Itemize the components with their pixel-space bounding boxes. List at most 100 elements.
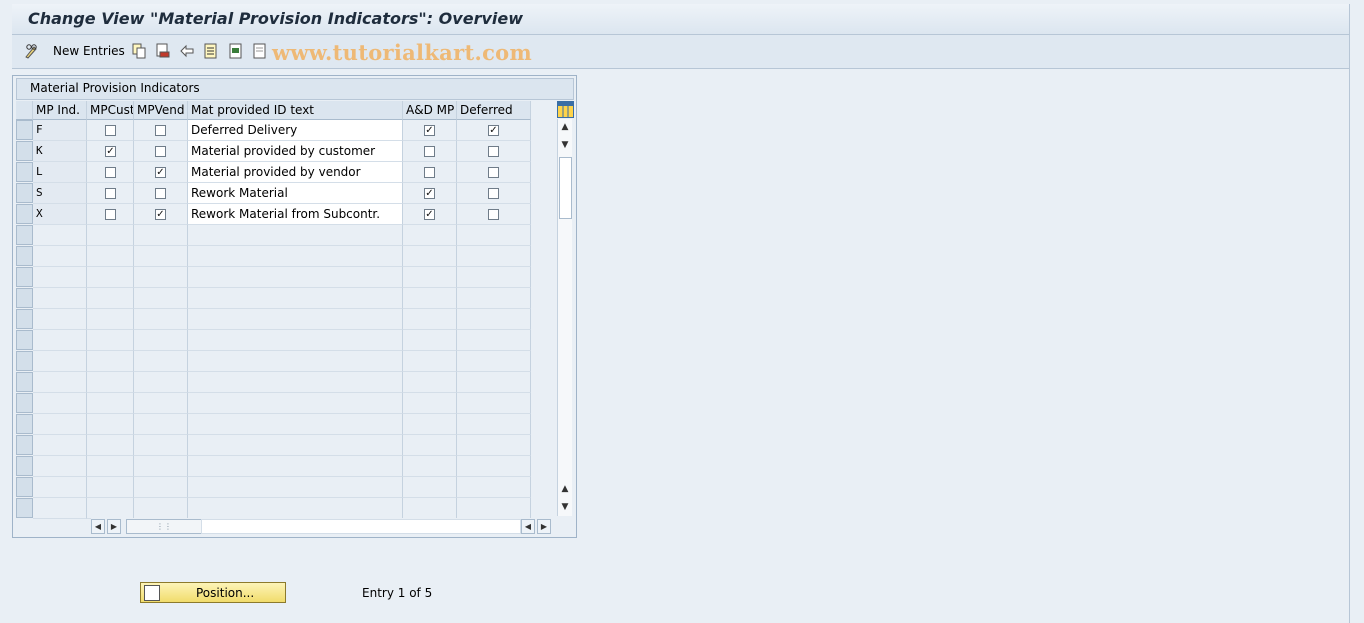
checkbox-unchecked[interactable] (155, 188, 166, 199)
checkbox-unchecked[interactable] (105, 125, 116, 136)
table-cell-adm[interactable]: ✓ (403, 204, 457, 225)
table-cell-deferred[interactable] (457, 204, 531, 225)
table-cell-mpcust[interactable] (87, 162, 134, 183)
col-header-deferred[interactable]: Deferred (457, 101, 531, 120)
table-cell-deferred[interactable] (457, 141, 531, 162)
table-cell-ind[interactable]: L (33, 162, 87, 183)
scroll-page-down-icon[interactable]: ▼ (558, 499, 572, 515)
scroll-up-icon[interactable]: ▲ (558, 119, 572, 135)
new-entries-button[interactable]: New Entries (53, 44, 125, 58)
table-cell-adm[interactable]: ✓ (403, 183, 457, 204)
table-cell-text[interactable]: Material provided by vendor (188, 162, 403, 183)
table-cell-mpvend[interactable] (134, 141, 188, 162)
checkbox-checked[interactable]: ✓ (424, 125, 435, 136)
checkbox-unchecked[interactable] (488, 167, 499, 178)
table-settings-icon[interactable] (557, 101, 574, 118)
row-selector[interactable] (16, 204, 33, 224)
position-button[interactable]: Position... (140, 582, 286, 603)
table-cell-mpvend[interactable]: ✓ (134, 162, 188, 183)
row-selector[interactable] (16, 225, 33, 245)
select-all-icon[interactable] (203, 43, 219, 59)
checkbox-unchecked[interactable] (155, 146, 166, 157)
checkbox-unchecked[interactable] (105, 209, 116, 220)
checkbox-checked[interactable]: ✓ (105, 146, 116, 157)
scroll-down-icon[interactable]: ▼ (558, 137, 572, 153)
deselect-all-icon[interactable] (252, 43, 268, 59)
row-selector[interactable] (16, 498, 33, 518)
table-cell-ind[interactable]: F (33, 120, 87, 141)
table-cell-mpvend[interactable]: ✓ (134, 204, 188, 225)
checkbox-unchecked[interactable] (424, 146, 435, 157)
row-selector[interactable] (16, 372, 33, 392)
pencil-glasses-icon[interactable] (24, 43, 40, 59)
row-selector[interactable] (16, 351, 33, 371)
col-header-mp-ind[interactable]: MP Ind. (33, 101, 87, 120)
checkbox-unchecked[interactable] (105, 167, 116, 178)
horizontal-scroll-track[interactable] (201, 519, 521, 534)
table-cell-deferred[interactable] (457, 183, 531, 204)
checkbox-checked[interactable]: ✓ (488, 125, 499, 136)
table-cell-mpcust[interactable]: ✓ (87, 141, 134, 162)
checkbox-unchecked[interactable] (105, 188, 116, 199)
horizontal-scroll-thumb[interactable]: ⋮⋮ (126, 519, 202, 534)
undo-icon[interactable] (179, 43, 195, 59)
table-cell-adm[interactable]: ✓ (403, 120, 457, 141)
row-selector[interactable] (16, 183, 33, 203)
checkbox-unchecked[interactable] (488, 188, 499, 199)
checkbox-checked[interactable]: ✓ (424, 188, 435, 199)
checkbox-unchecked[interactable] (155, 125, 166, 136)
select-block-icon[interactable] (228, 43, 244, 59)
copy-icon[interactable] (131, 43, 147, 59)
empty-cell (134, 330, 188, 351)
horizontal-scrollbar[interactable]: ◀ ▶ ⋮⋮ ◀ ▶ (91, 518, 553, 534)
checkbox-unchecked[interactable] (488, 146, 499, 157)
row-selector[interactable] (16, 162, 33, 182)
row-selector[interactable] (16, 309, 33, 329)
table-cell-ind[interactable]: K (33, 141, 87, 162)
col-header-mpvend[interactable]: MPVend (134, 101, 188, 120)
checkbox-checked[interactable]: ✓ (155, 209, 166, 220)
table-cell-adm[interactable] (403, 141, 457, 162)
row-selector[interactable] (16, 141, 33, 161)
scroll-end-right-icon[interactable]: ▶ (537, 519, 551, 534)
scroll-end-left-icon[interactable]: ◀ (521, 519, 535, 534)
table-cell-text[interactable]: Rework Material from Subcontr. (188, 204, 403, 225)
row-selector[interactable] (16, 414, 33, 434)
delete-icon[interactable] (155, 43, 171, 59)
row-selector[interactable] (16, 435, 33, 455)
col-header-mpcust[interactable]: MPCust (87, 101, 134, 120)
row-selector[interactable] (16, 246, 33, 266)
table-cell-mpcust[interactable] (87, 204, 134, 225)
table-cell-ind[interactable]: X (33, 204, 87, 225)
table-cell-deferred[interactable]: ✓ (457, 120, 531, 141)
col-header-adm[interactable]: A&D MP (403, 101, 457, 120)
checkbox-unchecked[interactable] (424, 167, 435, 178)
table-cell-mpvend[interactable] (134, 120, 188, 141)
vertical-scrollbar[interactable]: ▲ ▼ ▲ ▼ (557, 119, 572, 516)
col-header-text[interactable]: Mat provided ID text (188, 101, 403, 120)
table-cell-mpcust[interactable] (87, 120, 134, 141)
row-selector[interactable] (16, 330, 33, 350)
row-selector[interactable] (16, 393, 33, 413)
table-cell-text[interactable]: Deferred Delivery (188, 120, 403, 141)
table-cell-adm[interactable] (403, 162, 457, 183)
checkbox-checked[interactable]: ✓ (424, 209, 435, 220)
scroll-right-icon[interactable]: ▶ (107, 519, 121, 534)
table-cell-ind[interactable]: S (33, 183, 87, 204)
scroll-page-up-icon[interactable]: ▲ (558, 481, 572, 497)
row-selector[interactable] (16, 456, 33, 476)
scroll-left-icon[interactable]: ◀ (91, 519, 105, 534)
scroll-thumb[interactable] (559, 157, 572, 219)
checkbox-checked[interactable]: ✓ (155, 167, 166, 178)
table-cell-text[interactable]: Material provided by customer (188, 141, 403, 162)
table-cell-deferred[interactable] (457, 162, 531, 183)
select-all-rows-corner[interactable] (16, 101, 33, 120)
checkbox-unchecked[interactable] (488, 209, 499, 220)
table-cell-mpvend[interactable] (134, 183, 188, 204)
table-cell-mpcust[interactable] (87, 183, 134, 204)
table-cell-text[interactable]: Rework Material (188, 183, 403, 204)
row-selector[interactable] (16, 477, 33, 497)
row-selector[interactable] (16, 120, 33, 140)
row-selector[interactable] (16, 267, 33, 287)
row-selector[interactable] (16, 288, 33, 308)
